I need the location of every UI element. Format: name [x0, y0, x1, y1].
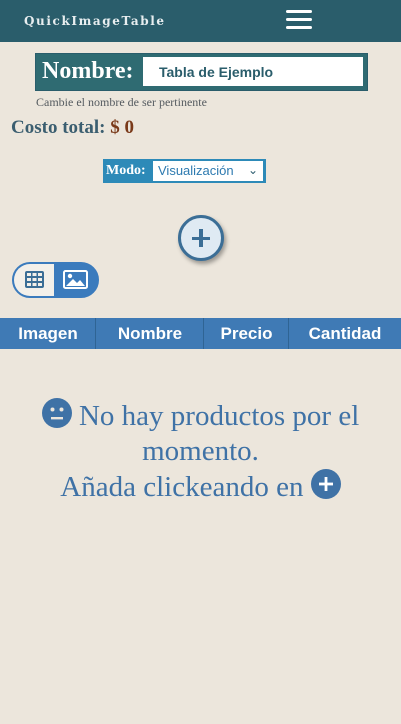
- image-view-button[interactable]: [54, 264, 97, 296]
- mode-control: Modo: Visualización ⌄: [103, 159, 266, 183]
- neutral-face-icon: [41, 398, 72, 428]
- app-brand[interactable]: QuickImageTable: [24, 14, 166, 28]
- total-cost: Costo total: $ 0: [11, 117, 134, 139]
- table-header: Imagen Nombre Precio Cantidad: [0, 318, 401, 349]
- column-header-precio[interactable]: Precio: [203, 318, 289, 349]
- column-header-imagen[interactable]: Imagen: [0, 318, 96, 349]
- column-header-cantidad[interactable]: Cantidad: [288, 318, 401, 349]
- grid-view-button[interactable]: [14, 264, 54, 296]
- add-product-button[interactable]: [178, 215, 224, 261]
- mode-label: Modo:: [106, 163, 146, 178]
- empty-message-line-2: Añada clickeando en: [60, 471, 304, 503]
- table-name-box: Nombre:: [35, 53, 368, 91]
- name-hint: Cambie el nombre de ser pertinente: [36, 95, 207, 109]
- empty-state-message: No hay productos por el momento. Añada c…: [0, 398, 401, 505]
- top-bar: QuickImageTable: [0, 0, 401, 42]
- mode-select[interactable]: Visualización ⌄: [153, 161, 263, 181]
- chevron-down-icon: ⌄: [247, 163, 258, 177]
- name-label: Nombre:: [42, 58, 134, 84]
- mode-selected-value: Visualización: [158, 163, 234, 178]
- table-name-input[interactable]: [143, 57, 363, 86]
- empty-message-line-1: No hay productos por el momento.: [78, 400, 360, 467]
- image-icon: [63, 270, 88, 289]
- hamburger-menu-icon[interactable]: [286, 10, 312, 32]
- grid-table-icon: [25, 271, 44, 288]
- total-value: $ 0: [110, 117, 134, 138]
- view-toggle: [12, 262, 99, 298]
- total-label: Costo total:: [11, 117, 106, 138]
- add-circle-icon[interactable]: [310, 469, 341, 499]
- column-header-nombre[interactable]: Nombre: [95, 318, 204, 349]
